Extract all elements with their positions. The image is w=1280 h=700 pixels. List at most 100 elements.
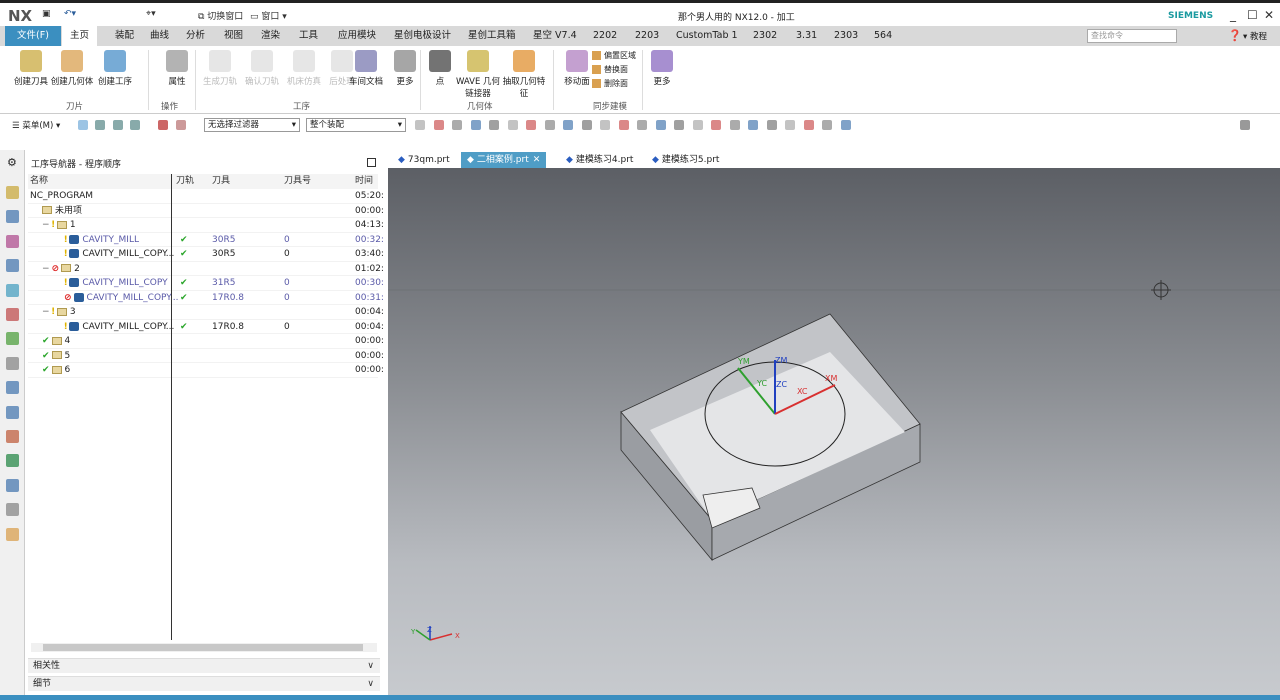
collapse-icon[interactable]: − xyxy=(42,307,50,317)
ribbon-button-12[interactable]: 抽取几何特征 xyxy=(500,50,548,99)
resource-tab-icon[interactable] xyxy=(6,454,19,468)
toolbar-icon[interactable] xyxy=(637,120,647,130)
resource-tab-icon[interactable] xyxy=(6,527,19,541)
select-icon[interactable] xyxy=(95,120,105,130)
ribbon-button-1[interactable]: 创建几何体 xyxy=(50,50,94,87)
select-icon[interactable] xyxy=(130,120,140,130)
toolbar-icon[interactable] xyxy=(748,120,758,130)
ribbon-button-5[interactable]: 确认刀轨 xyxy=(240,50,284,87)
table-row[interactable]: ǃ CAVITY_MILL_COPY... ✔ 17R0.8 0 00:04: xyxy=(28,320,384,334)
details-section[interactable]: 细节 ∨ xyxy=(28,676,380,691)
collapse-icon[interactable]: − xyxy=(42,220,50,230)
tab-11[interactable]: 2202 xyxy=(585,26,625,46)
column-header[interactable]: 名称 xyxy=(30,174,48,189)
table-row[interactable]: ✔ 4 00:00: xyxy=(28,334,384,349)
table-row[interactable]: NC_PROGRAM 05:20: xyxy=(28,189,384,204)
resource-tab-icon[interactable] xyxy=(6,430,19,443)
resource-tab-icon[interactable] xyxy=(6,283,19,297)
table-row[interactable]: − ǃ 3 00:04: xyxy=(28,305,384,320)
toolbar-icon[interactable] xyxy=(711,120,721,130)
column-header[interactable]: 时间 xyxy=(355,174,373,189)
toolbar-icon[interactable] xyxy=(415,120,425,130)
resource-tab-icon[interactable] xyxy=(6,186,19,199)
toolbar-icon[interactable] xyxy=(803,120,814,130)
resource-tab-icon[interactable] xyxy=(6,210,19,224)
minimize-button[interactable]: _ xyxy=(1230,8,1236,22)
table-row[interactable]: ✔ 5 00:00: xyxy=(28,349,384,363)
toolbar-icon[interactable] xyxy=(600,120,610,130)
resource-tab-icon[interactable] xyxy=(6,234,19,248)
help-icon[interactable]: ❓ xyxy=(1228,29,1242,42)
tutorial-button[interactable]: ▾ 教程 xyxy=(1243,30,1267,42)
scrollbar-thumb[interactable] xyxy=(43,644,363,651)
tab-17[interactable]: 564 xyxy=(866,26,900,46)
ribbon-button-2[interactable]: 创建工序 xyxy=(93,50,137,87)
toolbar-icon[interactable] xyxy=(655,120,666,130)
ribbon-small-button-0[interactable]: 偏置区域 xyxy=(592,50,636,61)
tab-6[interactable]: 工具 xyxy=(291,26,326,46)
horizontal-scrollbar[interactable] xyxy=(31,643,377,652)
tab-13[interactable]: CustomTab 1 xyxy=(668,26,746,46)
snap-icon[interactable] xyxy=(176,120,186,130)
toolbar-icon[interactable] xyxy=(433,120,444,130)
ribbon-button-14[interactable]: 更多 xyxy=(640,50,684,87)
tab-15[interactable]: 3.31 xyxy=(788,26,825,46)
tab-0[interactable]: 主页 xyxy=(62,26,98,46)
collapse-icon[interactable]: − xyxy=(42,264,50,274)
tab-16[interactable]: 2303 xyxy=(826,26,866,46)
table-row[interactable]: ⊘ CAVITY_MILL_COPY... ✔ 17R0.8 0 00:31: xyxy=(28,291,384,305)
tab-10[interactable]: 星空 V7.4 xyxy=(525,26,585,46)
tab-2[interactable]: 曲线 xyxy=(142,26,177,46)
command-search-input[interactable]: 查找命令 xyxy=(1087,29,1177,43)
table-row[interactable]: 未用项 00:00: xyxy=(28,204,384,218)
tab-9[interactable]: 星创工具箱 xyxy=(460,26,524,46)
toolbar-icon[interactable] xyxy=(729,120,740,130)
tab-14[interactable]: 2302 xyxy=(745,26,785,46)
save-icon[interactable]: ▣ xyxy=(42,9,51,19)
file-tab[interactable]: ◆ 二相案例.prt ✕ xyxy=(461,152,547,168)
settings-icon[interactable]: ⚙ xyxy=(7,156,17,169)
ribbon-button-8[interactable]: 车间文档 xyxy=(344,50,388,87)
window-menu[interactable]: ▭ 窗口 ▾ xyxy=(250,9,287,22)
fit-icon[interactable] xyxy=(1240,120,1250,130)
toolbar-icon[interactable] xyxy=(822,120,832,130)
toolbar-icon[interactable] xyxy=(526,120,536,130)
undo-icon[interactable]: ↶▾ xyxy=(64,9,76,19)
ribbon-button-0[interactable]: 创建刀具 xyxy=(9,50,53,87)
switch-window-button[interactable]: ⧉ 切换窗口 xyxy=(198,9,243,22)
file-tab[interactable]: ◆ 建模练习4.prt xyxy=(560,152,639,168)
select-icon[interactable] xyxy=(78,120,88,130)
menu-button[interactable]: ☰ 菜单(M) ▾ xyxy=(12,119,60,131)
resource-tab-icon[interactable] xyxy=(6,478,19,492)
tab-5[interactable]: 渲染 xyxy=(253,26,288,46)
type-filter-dropdown[interactable]: 无选择过滤器 ▾ xyxy=(204,118,300,132)
tab-8[interactable]: 星创电极设计 xyxy=(386,26,459,46)
tab-7[interactable]: 应用模块 xyxy=(330,26,384,46)
toolbar-icon[interactable] xyxy=(840,120,851,130)
maximize-button[interactable]: ☐ xyxy=(1247,8,1258,22)
ribbon-button-3[interactable]: 属性 xyxy=(155,50,199,87)
tab-3[interactable]: 分析 xyxy=(178,26,213,46)
table-row[interactable]: ✔ 6 00:00: xyxy=(28,363,384,378)
resource-tab-icon[interactable] xyxy=(6,308,19,321)
resource-tab-icon[interactable] xyxy=(6,332,19,346)
toolbar-icon[interactable] xyxy=(766,120,777,130)
toolbar-icon[interactable] xyxy=(544,120,555,130)
column-divider[interactable] xyxy=(171,174,172,640)
toolbar-icon[interactable] xyxy=(452,120,462,130)
resource-tab-icon[interactable] xyxy=(6,259,19,273)
column-header[interactable]: 刀具号 xyxy=(284,174,311,189)
select-icon[interactable] xyxy=(113,120,123,130)
table-row[interactable]: ǃ CAVITY_MILL ✔ 30R5 0 00:32: xyxy=(28,233,384,247)
file-tab[interactable]: ◆ 建模练习5.prt xyxy=(646,152,725,168)
toolbar-icon[interactable] xyxy=(507,120,518,130)
column-header[interactable]: 刀轨 xyxy=(176,174,194,189)
toolbar-icon[interactable] xyxy=(470,120,481,130)
ribbon-button-4[interactable]: 生成刀轨 xyxy=(198,50,242,87)
snap-icon[interactable] xyxy=(158,120,168,130)
file-tab[interactable]: ◆ 73qm.prt xyxy=(392,152,456,168)
dependencies-section[interactable]: 相关性 ∨ xyxy=(28,658,380,673)
tab-1[interactable]: 装配 xyxy=(107,26,142,46)
resource-tab-icon[interactable] xyxy=(6,405,19,419)
close-tab-icon[interactable]: ✕ xyxy=(533,155,541,165)
